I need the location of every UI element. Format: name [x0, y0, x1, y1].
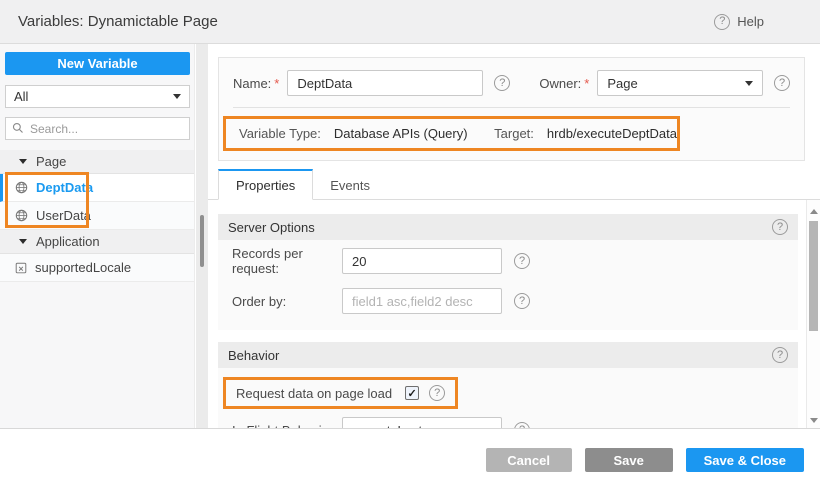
tree-item-supportedlocale[interactable]: supportedLocale	[0, 254, 194, 282]
owner-selected-value: Page	[607, 76, 637, 91]
model-variable-icon	[15, 262, 27, 274]
variables-tree: Page DeptData UserData Application suppo…	[0, 150, 194, 282]
scroll-down-arrow-icon[interactable]	[810, 418, 818, 423]
tree-group-label: Application	[36, 234, 100, 249]
request-on-load-help-icon[interactable]: ?	[429, 385, 445, 401]
tree-item-label: supportedLocale	[35, 260, 131, 275]
variable-type-highlight-box: Variable Type: Database APIs (Query) Tar…	[223, 116, 680, 151]
in-flight-behavior-select[interactable]: executeLast	[342, 417, 502, 428]
behavior-title: Behavior	[228, 348, 279, 363]
page-header: Variables: Dynamictable Page ? Help	[0, 0, 820, 44]
search-box	[5, 117, 190, 140]
name-owner-row: Name:* ? Owner:* Page ?	[219, 58, 804, 96]
owner-help-icon[interactable]: ?	[774, 75, 790, 91]
target-group: Target: hrdb/executeDeptData	[494, 126, 677, 141]
name-label: Name:*	[233, 76, 279, 91]
variable-filter-select[interactable]: All	[5, 85, 190, 108]
save-button[interactable]: Save	[585, 448, 673, 472]
target-label: Target:	[494, 126, 534, 141]
page-title: Variables: Dynamictable Page	[18, 13, 218, 30]
service-variable-icon	[15, 181, 28, 194]
tree-item-userdata[interactable]: UserData	[0, 202, 194, 230]
behavior-help-icon[interactable]: ?	[772, 347, 788, 363]
records-per-request-row: Records per request: ?	[232, 246, 798, 276]
properties-scroll-area: Server Options ? Records per request: ? …	[208, 200, 820, 428]
dialog-footer: Cancel Save Save & Close	[0, 428, 820, 488]
help-label: Help	[737, 14, 764, 29]
owner-select[interactable]: Page	[597, 70, 763, 96]
request-on-load-highlight-box: Request data on page load ✓ ?	[223, 377, 458, 409]
server-options-help-icon[interactable]: ?	[772, 219, 788, 235]
server-options-title: Server Options	[228, 220, 315, 235]
scroll-up-arrow-icon[interactable]	[810, 209, 818, 214]
order-by-input[interactable]	[342, 288, 502, 314]
sidebar-scrollbar-thumb[interactable]	[200, 215, 204, 267]
collapse-arrow-icon	[19, 159, 27, 164]
properties-scrollbar[interactable]	[806, 200, 820, 428]
behavior-body: Request data on page load ✓ ? In Flight …	[218, 368, 798, 428]
required-marker: *	[274, 76, 279, 91]
records-per-request-label: Records per request:	[232, 246, 342, 276]
variables-sidebar: New Variable All Page DeptData	[0, 44, 195, 428]
name-input[interactable]	[287, 70, 483, 96]
order-by-label: Order by:	[232, 294, 342, 309]
tree-group-page[interactable]: Page	[0, 150, 194, 174]
chevron-down-icon	[745, 81, 753, 86]
variable-summary-panel: Name:* ? Owner:* Page ? Variable Type: D…	[218, 57, 805, 161]
variable-type-label: Variable Type:	[239, 126, 321, 141]
detail-tabs: Properties Events	[208, 170, 820, 200]
save-and-close-button[interactable]: Save & Close	[686, 448, 804, 472]
request-on-load-label: Request data on page load	[236, 386, 392, 401]
records-per-request-help-icon[interactable]: ?	[514, 253, 530, 269]
order-by-help-icon[interactable]: ?	[514, 293, 530, 309]
records-per-request-input[interactable]	[342, 248, 502, 274]
tree-item-deptdata[interactable]: DeptData	[0, 174, 194, 202]
filter-selected-value: All	[14, 89, 28, 104]
server-options-section: Server Options ? Records per request: ? …	[218, 214, 798, 330]
order-by-row: Order by: ?	[232, 288, 798, 314]
variable-type-group: Variable Type: Database APIs (Query)	[239, 126, 494, 141]
cancel-button[interactable]: Cancel	[486, 448, 572, 472]
behavior-header: Behavior ?	[218, 342, 798, 368]
variable-detail-panel: Name:* ? Owner:* Page ? Variable Type: D…	[208, 44, 820, 428]
tree-item-label: UserData	[36, 208, 91, 223]
service-variable-icon	[15, 209, 28, 222]
dialog-body: New Variable All Page DeptData	[0, 44, 820, 428]
server-options-header: Server Options ?	[218, 214, 798, 240]
tree-group-application[interactable]: Application	[0, 230, 194, 254]
server-options-body: Records per request: ? Order by: ?	[218, 240, 798, 330]
search-icon	[12, 122, 24, 134]
variable-type-value: Database APIs (Query)	[334, 126, 468, 141]
target-value: hrdb/executeDeptData	[547, 126, 677, 141]
new-variable-button[interactable]: New Variable	[5, 52, 190, 75]
check-icon: ✓	[408, 387, 417, 400]
properties-scrollbar-thumb[interactable]	[809, 221, 818, 331]
owner-label: Owner:*	[539, 76, 589, 91]
tab-properties[interactable]: Properties	[218, 169, 313, 200]
variables-dialog: Variables: Dynamictable Page ? Help New …	[0, 0, 820, 488]
help-button[interactable]: ? Help	[714, 14, 764, 30]
name-help-icon[interactable]: ?	[494, 75, 510, 91]
request-on-load-checkbox[interactable]: ✓	[405, 386, 419, 400]
behavior-section: Behavior ? Request data on page load ✓ ?…	[218, 342, 798, 428]
divider	[233, 107, 790, 108]
tree-item-label: DeptData	[36, 180, 93, 195]
collapse-arrow-icon	[19, 239, 27, 244]
in-flight-behavior-row: In Flight Behavior: executeLast ?	[232, 417, 798, 428]
tree-group-label: Page	[36, 154, 66, 169]
search-input[interactable]	[5, 117, 190, 140]
required-marker: *	[584, 76, 589, 91]
chevron-down-icon	[173, 94, 181, 99]
help-icon: ?	[714, 14, 730, 30]
sidebar-scrollbar[interactable]	[196, 44, 208, 428]
tab-events[interactable]: Events	[313, 171, 387, 199]
